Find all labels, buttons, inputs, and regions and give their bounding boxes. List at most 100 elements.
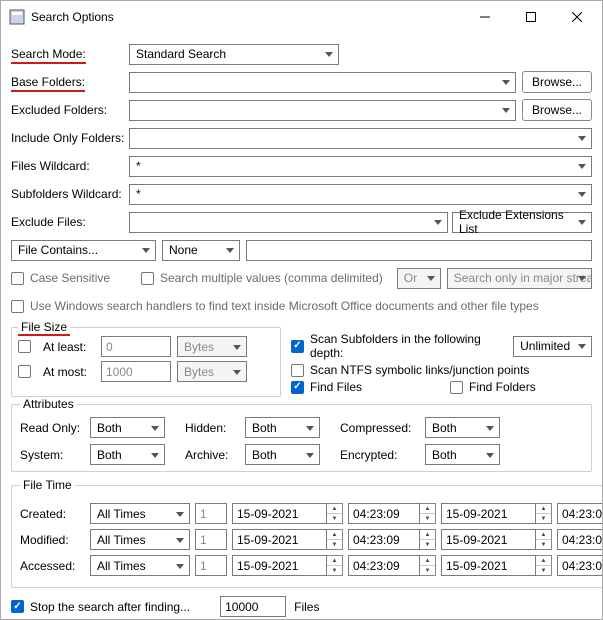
- stop-after-checkbox[interactable]: [11, 600, 24, 613]
- read-only-select[interactable]: Both: [90, 417, 165, 438]
- attributes-legend: Attributes: [20, 397, 77, 411]
- system-label: System:: [20, 448, 90, 462]
- created-mode-select[interactable]: All Times: [90, 503, 190, 524]
- maximize-button[interactable]: [508, 2, 554, 32]
- files-word-label: Files: [294, 600, 319, 614]
- at-most-label: At most:: [43, 365, 95, 379]
- created-from-date-input[interactable]: [232, 503, 327, 524]
- created-to-time-input[interactable]: [557, 503, 603, 524]
- modified-to-time-input[interactable]: [557, 529, 603, 550]
- exclude-files-select[interactable]: [129, 212, 448, 233]
- spinner-icon[interactable]: ▲▼: [420, 555, 436, 576]
- archive-label: Archive:: [185, 448, 245, 462]
- exclude-files-label: Exclude Files:: [11, 215, 129, 229]
- scan-ntfs-checkbox[interactable]: [291, 364, 304, 377]
- accessed-from-date-input[interactable]: [232, 555, 327, 576]
- base-folders-label: Base Folders:: [11, 75, 85, 92]
- created-to-date-input[interactable]: [441, 503, 536, 524]
- stop-after-count-input[interactable]: [220, 596, 286, 617]
- file-time-legend: File Time: [20, 478, 75, 492]
- accessed-to-time-input[interactable]: [557, 555, 603, 576]
- scan-subfolders-label: Scan Subfolders in the following depth:: [310, 332, 513, 360]
- accessed-label: Accessed:: [20, 559, 85, 573]
- encrypted-label: Encrypted:: [340, 448, 425, 462]
- at-least-checkbox[interactable]: [18, 340, 31, 353]
- at-least-label: At least:: [43, 340, 95, 354]
- excluded-folders-browse-button[interactable]: Browse...: [522, 99, 592, 121]
- at-least-input[interactable]: [101, 336, 171, 357]
- file-size-legend: File Size: [18, 320, 70, 336]
- modified-mode-select[interactable]: All Times: [90, 529, 190, 550]
- excluded-folders-select[interactable]: [129, 100, 516, 121]
- include-only-folders-select[interactable]: [129, 128, 592, 149]
- accessed-from-time-input[interactable]: [348, 555, 420, 576]
- case-sensitive-checkbox[interactable]: [11, 272, 24, 285]
- spinner-icon[interactable]: ▲▼: [327, 503, 343, 524]
- read-only-label: Read Only:: [20, 421, 90, 435]
- file-contains-mode-select[interactable]: File Contains...: [11, 240, 156, 261]
- find-folders-checkbox[interactable]: [450, 381, 463, 394]
- minimize-button[interactable]: [462, 2, 508, 32]
- titlebar: Search Options: [1, 1, 602, 33]
- spinner-icon[interactable]: ▲▼: [536, 503, 552, 524]
- search-mode-label: Search Mode:: [11, 47, 86, 64]
- archive-select[interactable]: Both: [245, 444, 320, 465]
- hidden-label: Hidden:: [185, 421, 245, 435]
- include-only-folders-label: Include Only Folders:: [11, 131, 129, 145]
- subfolders-wildcard-select[interactable]: *: [129, 184, 592, 205]
- search-mode-select[interactable]: Standard Search: [129, 44, 339, 65]
- at-most-input[interactable]: [101, 361, 171, 382]
- spinner-icon[interactable]: ▲▼: [536, 529, 552, 550]
- spinner-icon[interactable]: ▲▼: [420, 503, 436, 524]
- search-multiple-checkbox[interactable]: [141, 272, 154, 285]
- file-size-group: File Size At least: Bytes At most: Bytes: [11, 327, 281, 397]
- compressed-select[interactable]: Both: [425, 417, 500, 438]
- created-label: Created:: [20, 507, 85, 521]
- find-folders-label: Find Folders: [469, 380, 536, 394]
- or-and-select[interactable]: Or: [397, 268, 441, 289]
- encrypted-select[interactable]: Both: [425, 444, 500, 465]
- find-files-checkbox[interactable]: [291, 381, 304, 394]
- major-streams-select[interactable]: Search only in major strea: [447, 268, 592, 289]
- modified-count-input[interactable]: [195, 529, 227, 550]
- compressed-label: Compressed:: [340, 421, 425, 435]
- scan-subfolders-checkbox[interactable]: [291, 340, 304, 353]
- at-least-unit-select[interactable]: Bytes: [177, 336, 247, 357]
- use-handlers-checkbox[interactable]: [11, 300, 24, 313]
- system-select[interactable]: Both: [90, 444, 165, 465]
- window-title: Search Options: [31, 10, 462, 24]
- hidden-select[interactable]: Both: [245, 417, 320, 438]
- created-count-input[interactable]: [195, 503, 227, 524]
- subfolders-wildcard-label: Subfolders Wildcard:: [11, 187, 129, 201]
- excluded-folders-label: Excluded Folders:: [11, 103, 129, 117]
- files-wildcard-select[interactable]: *: [129, 156, 592, 177]
- spinner-icon[interactable]: ▲▼: [420, 529, 436, 550]
- file-contains-text-input[interactable]: [246, 240, 592, 261]
- exclude-extensions-list-select[interactable]: Exclude Extensions List: [452, 212, 592, 233]
- scan-ntfs-label: Scan NTFS symbolic links/junction points: [310, 363, 529, 377]
- spinner-icon[interactable]: ▲▼: [327, 555, 343, 576]
- accessed-count-input[interactable]: [195, 555, 227, 576]
- search-multiple-label: Search multiple values (comma delimited): [160, 271, 383, 285]
- modified-from-date-input[interactable]: [232, 529, 327, 550]
- close-button[interactable]: [554, 2, 600, 32]
- base-folders-browse-button[interactable]: Browse...: [522, 71, 592, 93]
- at-most-unit-select[interactable]: Bytes: [177, 361, 247, 382]
- scan-depth-select[interactable]: Unlimited: [513, 336, 592, 357]
- base-folders-select[interactable]: [129, 72, 516, 93]
- stop-after-label: Stop the search after finding...: [30, 600, 190, 614]
- spinner-icon[interactable]: ▲▼: [327, 529, 343, 550]
- modified-to-date-input[interactable]: [441, 529, 536, 550]
- attributes-group: Attributes Read Only: Both Hidden: Both …: [11, 397, 592, 472]
- accessed-mode-select[interactable]: All Times: [90, 555, 190, 576]
- app-icon: [9, 9, 25, 25]
- file-contains-value-select[interactable]: None: [162, 240, 240, 261]
- case-sensitive-label: Case Sensitive: [30, 271, 110, 285]
- modified-from-time-input[interactable]: [348, 529, 420, 550]
- use-handlers-label: Use Windows search handlers to find text…: [30, 299, 539, 313]
- spinner-icon[interactable]: ▲▼: [536, 555, 552, 576]
- file-time-group: File Time Created: All Times ▲▼ ▲▼ ▲▼ ▲▼…: [11, 478, 603, 588]
- at-most-checkbox[interactable]: [18, 365, 31, 378]
- created-from-time-input[interactable]: [348, 503, 420, 524]
- accessed-to-date-input[interactable]: [441, 555, 536, 576]
